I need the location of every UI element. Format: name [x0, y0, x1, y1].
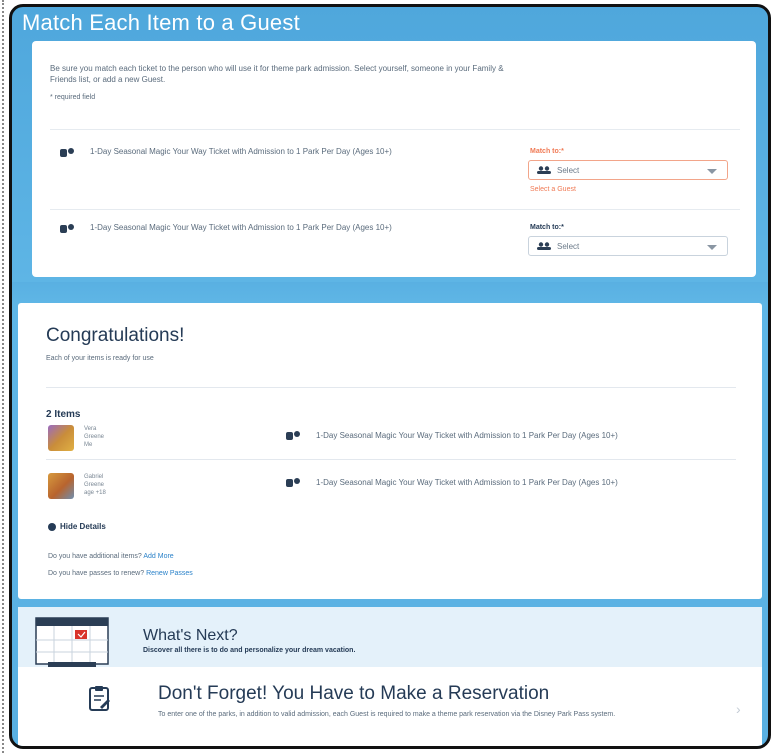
guest-note: Me — [84, 442, 93, 448]
avatar — [48, 425, 74, 451]
page-container: Match Each Item to a Guest Be sure you m… — [9, 4, 771, 749]
renew-passes-link[interactable]: Renew Passes — [146, 570, 193, 577]
items-heading: 2 Items — [46, 409, 81, 420]
item-ticket: 1-Day Seasonal Magic Your Way Ticket wit… — [316, 478, 618, 487]
screenshot-frame: Match Each Item to a Guest Be sure you m… — [0, 0, 775, 753]
whats-next-subtitle: Discover all there is to do and personal… — [143, 647, 356, 654]
select-value: Select — [557, 242, 580, 251]
guest-note: age +18 — [84, 490, 106, 496]
ticket-icon — [286, 478, 300, 488]
hide-details-link[interactable]: Hide Details — [60, 522, 106, 531]
guest-name: Vera Greene Me — [84, 425, 104, 449]
guest-first-name: Vera — [84, 426, 97, 432]
error-message: Select a Guest — [530, 186, 576, 193]
ticket-icon — [60, 224, 74, 234]
guest-select[interactable]: Select — [528, 160, 728, 180]
guest-last-name: Greene — [84, 482, 105, 488]
congrats-subtitle: Each of your items is ready for use — [46, 355, 154, 362]
minus-circle-icon[interactable] — [48, 523, 56, 531]
ticket-icon — [60, 148, 74, 158]
reminder-title: Don't Forget! You Have to Make a Reserva… — [158, 683, 550, 704]
renew-passes-question: Do you have passes to renew? — [48, 570, 145, 577]
separator-band — [12, 282, 768, 304]
congrats-card: Congratulations! Each of your items is r… — [18, 303, 762, 599]
guest-last-name: Greene — [84, 434, 105, 440]
match-card: Be sure you match each ticket to the per… — [32, 41, 756, 277]
required-note: * required field — [50, 94, 96, 101]
item-ticket: 1-Day Seasonal Magic Your Way Ticket wit… — [316, 431, 618, 440]
avatar — [48, 473, 74, 499]
match-label: Match to:* — [530, 148, 564, 155]
divider — [46, 459, 736, 460]
match-title: Match Each Item to a Guest — [22, 10, 300, 35]
reservation-reminder[interactable]: Don't Forget! You Have to Make a Reserva… — [18, 667, 762, 746]
whats-next-banner: What's Next? Discover all there is to do… — [18, 607, 762, 668]
renew-passes-line: Do you have passes to renew? Renew Passe… — [48, 570, 193, 577]
chevron-down-icon — [707, 245, 717, 250]
guest-first-name: Gabriel — [84, 474, 104, 480]
whats-next-title: What's Next? — [143, 627, 238, 644]
chevron-right-icon[interactable]: › — [736, 701, 741, 717]
chevron-down-icon — [707, 169, 717, 174]
people-icon — [537, 242, 551, 250]
additional-items-question: Do you have additional items? — [48, 553, 142, 560]
match-row: 1-Day Seasonal Magic Your Way Ticket wit… — [50, 209, 740, 278]
ticket-name: 1-Day Seasonal Magic Your Way Ticket wit… — [90, 147, 392, 156]
match-row: 1-Day Seasonal Magic Your Way Ticket wit… — [50, 129, 740, 210]
reminder-text: To enter one of the parks, in addition t… — [158, 711, 616, 718]
dotted-border — [2, 0, 8, 753]
match-section: Match Each Item to a Guest Be sure you m… — [12, 7, 768, 282]
people-icon — [537, 166, 551, 174]
match-intro: Be sure you match each ticket to the per… — [50, 64, 504, 84]
ticket-name: 1-Day Seasonal Magic Your Way Ticket wit… — [90, 223, 392, 232]
clipboard-icon — [89, 686, 110, 711]
guest-select[interactable]: Select — [528, 236, 728, 256]
select-value: Select — [557, 166, 580, 175]
match-label: Match to:* — [530, 224, 564, 231]
divider — [46, 387, 736, 388]
add-more-link[interactable]: Add More — [143, 553, 173, 560]
additional-items-line: Do you have additional items? Add More — [48, 553, 174, 560]
congrats-title: Congratulations! — [46, 325, 185, 346]
calendar-icon — [35, 617, 109, 668]
guest-name: Gabriel Greene age +18 — [84, 473, 106, 497]
ticket-icon — [286, 431, 300, 441]
